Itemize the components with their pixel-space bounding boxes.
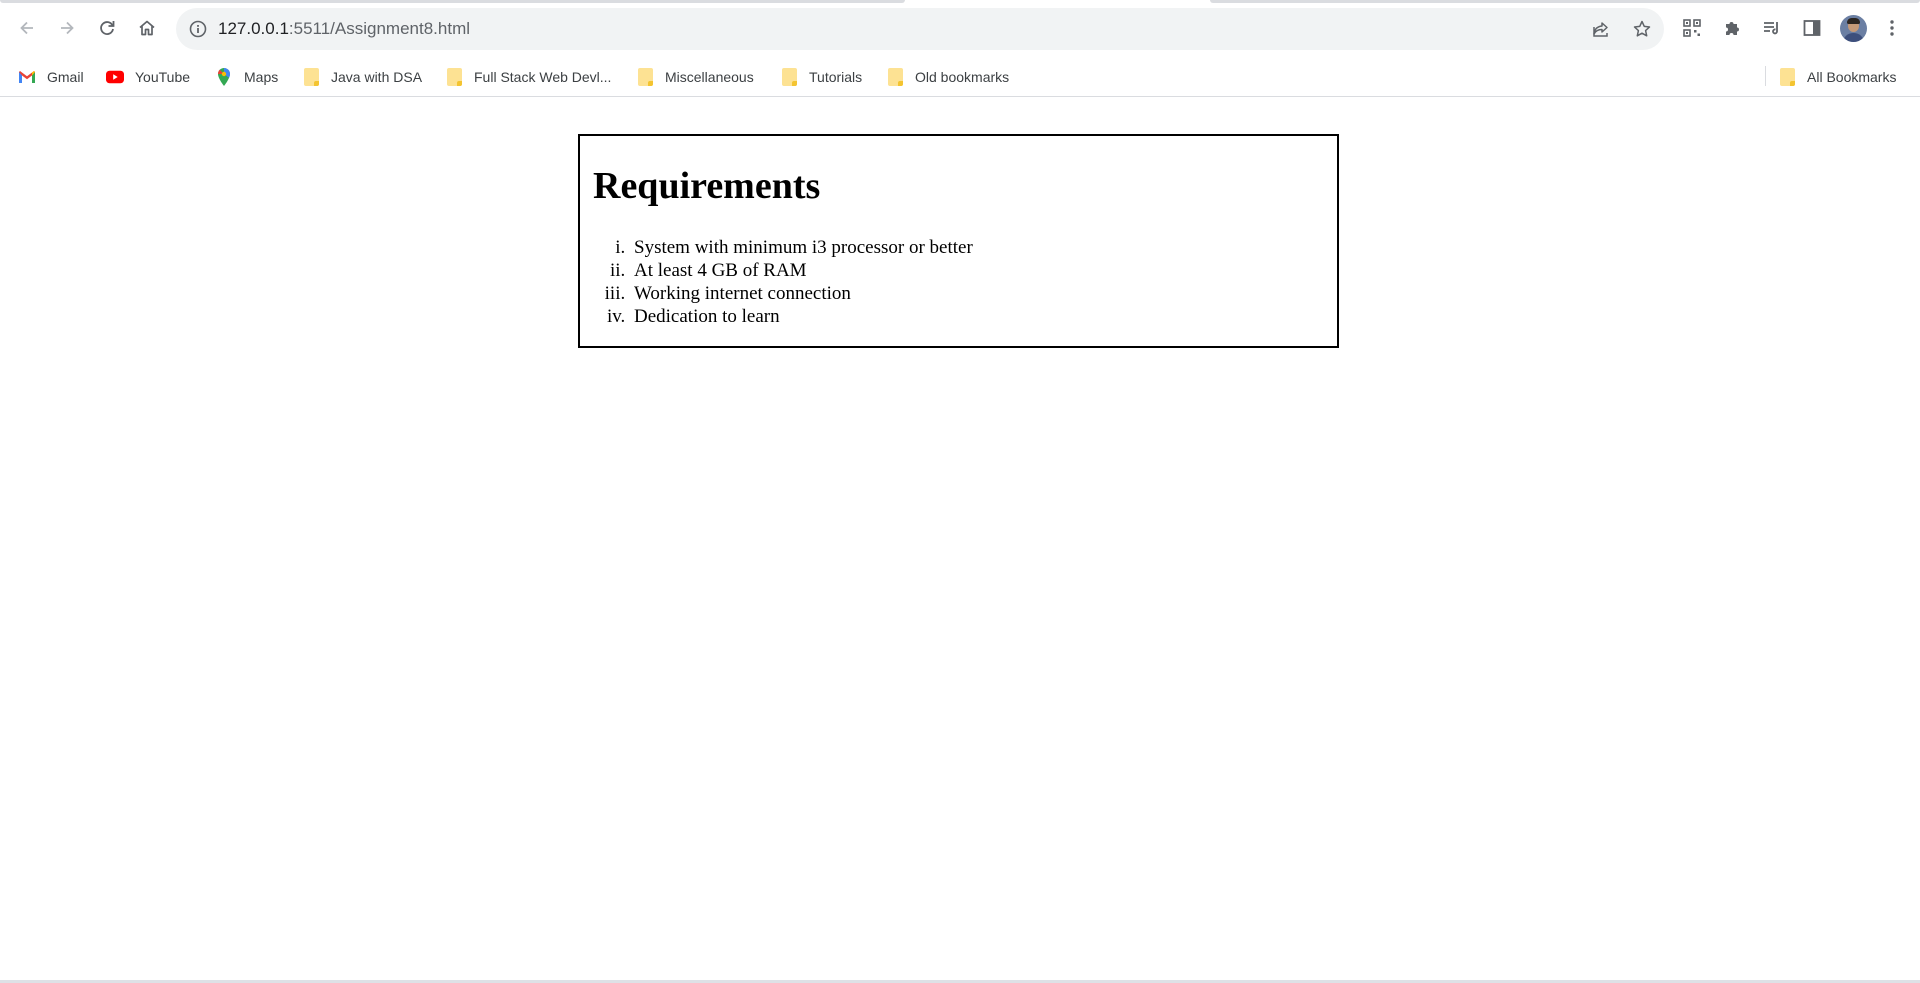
arrow-left-icon [20, 21, 33, 35]
arrow-right-icon [61, 21, 74, 35]
all-bookmarks-button[interactable]: All Bookmarks [1778, 66, 1896, 88]
reload-button[interactable] [92, 13, 122, 43]
tab-strip-edge [1210, 0, 1920, 3]
bookmark-folder-tutorials[interactable]: Tutorials [780, 66, 862, 88]
bookmark-label: Old bookmarks [915, 69, 1010, 85]
qr-code-button[interactable] [1680, 16, 1704, 40]
list-item: Dedication to learn [630, 305, 973, 328]
side-panel-icon [1803, 20, 1821, 36]
requirements-box: Requirements System with minimum i3 proc… [578, 134, 1339, 348]
tab-strip-edge [0, 0, 905, 3]
bookmark-label: Miscellaneous [665, 69, 754, 85]
folder-icon [636, 68, 654, 86]
share-icon [1593, 22, 1608, 37]
qr-code-icon [1683, 19, 1701, 37]
bookmark-folder-old-bookmarks[interactable]: Old bookmarks [886, 66, 1009, 88]
list-item: At least 4 GB of RAM [630, 259, 973, 282]
gmail-icon [18, 68, 36, 86]
extensions-button[interactable] [1720, 16, 1744, 40]
url-text[interactable]: 127.0.0.1:5511/Assignment8.html [218, 19, 470, 39]
folder-icon [780, 68, 798, 86]
info-icon[interactable] [188, 19, 208, 39]
bookmark-maps[interactable]: Maps [215, 66, 278, 88]
star-icon [1633, 20, 1651, 37]
bookmark-label: YouTube [135, 69, 191, 85]
bookmark-label: Gmail [47, 69, 84, 85]
share-button[interactable] [1590, 18, 1612, 40]
maps-pin-icon [215, 68, 233, 86]
reading-list-button[interactable] [1760, 16, 1784, 40]
folder-icon [1778, 68, 1796, 86]
list-item: System with minimum i3 processor or bett… [630, 236, 973, 259]
requirements-list: System with minimum i3 processor or bett… [630, 236, 973, 328]
bookmark-label: Maps [244, 69, 279, 85]
avatar-shirt [1843, 33, 1864, 42]
side-panel-button[interactable] [1800, 16, 1824, 40]
bookmark-label: Tutorials [809, 69, 863, 85]
reading-list-icon [1764, 22, 1778, 35]
back-button[interactable] [12, 13, 42, 43]
url-path: :5511/Assignment8.html [288, 19, 471, 38]
bookmarks-bar: Gmail YouTube Maps Java with DSA Full St… [0, 58, 1920, 97]
url-host: 127.0.0.1 [218, 19, 289, 38]
kebab-menu-icon [1890, 20, 1894, 36]
bookmark-label: All Bookmarks [1807, 69, 1897, 85]
bookmark-youtube[interactable]: YouTube [106, 66, 190, 88]
bookmark-star-button[interactable] [1631, 18, 1653, 40]
reload-icon [100, 21, 115, 35]
address-bar[interactable]: 127.0.0.1:5511/Assignment8.html [176, 8, 1664, 50]
profile-avatar[interactable] [1840, 15, 1867, 42]
home-button[interactable] [132, 13, 162, 43]
bookmark-gmail[interactable]: Gmail [18, 66, 84, 88]
list-item: Working internet connection [630, 282, 973, 305]
avatar-hair [1847, 18, 1860, 24]
youtube-icon [106, 68, 124, 86]
browser-toolbar: 127.0.0.1:5511/Assignment8.html [0, 0, 1920, 58]
page-heading: Requirements [593, 165, 821, 207]
folder-icon [302, 68, 320, 86]
folder-icon [886, 68, 904, 86]
bookmark-label: Java with DSA [331, 69, 423, 85]
bookmark-folder-full-stack[interactable]: Full Stack Web Devl... [445, 66, 611, 88]
browser-menu-button[interactable] [1880, 16, 1904, 40]
bookmark-folder-miscellaneous[interactable]: Miscellaneous [636, 66, 754, 88]
bookmark-folder-java-with-dsa[interactable]: Java with DSA [302, 66, 422, 88]
folder-icon [445, 68, 463, 86]
bookmarks-separator [1765, 66, 1766, 86]
puzzle-icon [1726, 22, 1739, 35]
home-icon [139, 20, 155, 36]
forward-button[interactable] [52, 13, 82, 43]
bookmark-label: Full Stack Web Devl... [474, 69, 612, 85]
